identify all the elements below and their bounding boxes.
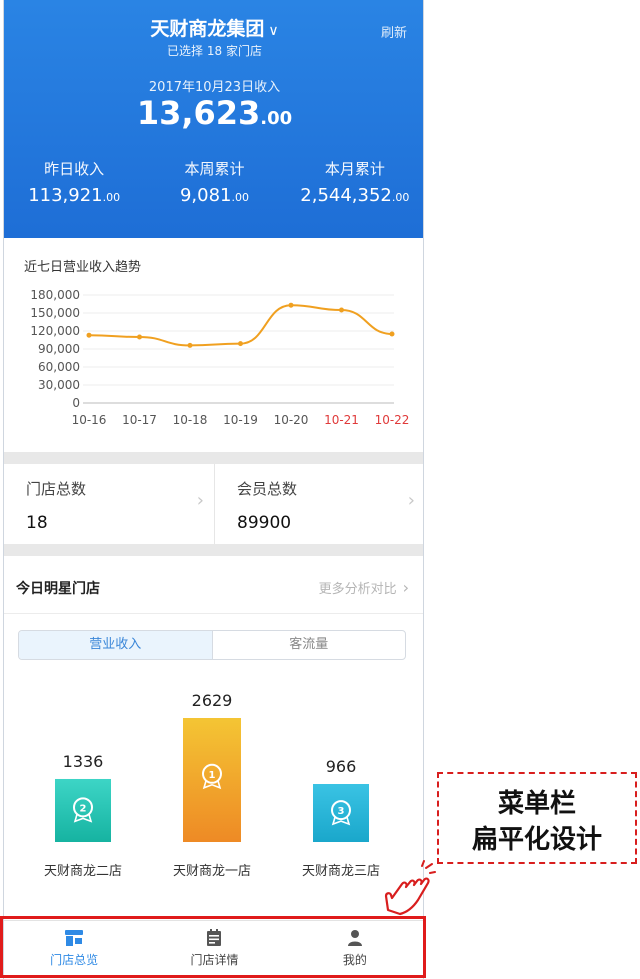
- medal-rank: 2: [80, 803, 87, 814]
- selected-stores-text: 已选择 18 家门店: [167, 44, 262, 58]
- x-tick-label: 10-18: [173, 413, 208, 427]
- store-name: 天财商龙二店: [44, 864, 122, 879]
- stat-yesterday: 昨日收入 113,921.00: [4, 158, 144, 206]
- y-tick-label: 180,000: [30, 288, 80, 302]
- member-count-value: 89900: [237, 513, 292, 533]
- trend-point: [389, 331, 395, 337]
- x-tick-label: 10-17: [122, 413, 157, 427]
- trend-point: [137, 334, 142, 340]
- annotation-line-2: 扁平化设计: [471, 825, 602, 855]
- annotation-callout: 菜单栏 扁平化设计: [437, 772, 637, 864]
- trend-series-line: [88, 304, 393, 347]
- income-header: 天财商龙集团 ∨ 已选择 18 家门店 刷新 2017年10月23日收入 13,6…: [4, 0, 423, 238]
- stat-label: 本周累计: [184, 160, 245, 178]
- y-tick-label: 150,000: [30, 306, 80, 320]
- y-tick-label: 90,000: [38, 342, 80, 356]
- store-name: 天财商龙一店: [173, 864, 251, 879]
- more-analysis-link[interactable]: 更多分析对比 ›: [319, 578, 409, 597]
- trend-point: [86, 332, 92, 338]
- star-store-title: 今日明星门店: [16, 581, 100, 597]
- stat-week: 本周累计 9,081.00: [144, 158, 284, 206]
- income-stats: 昨日收入 113,921.00 本周累计 9,081.00 本月累计 2,544…: [4, 158, 423, 206]
- store-member-counts: 门店总数 18 › 会员总数 89900 ›: [4, 464, 423, 544]
- refresh-button[interactable]: 刷新: [381, 22, 407, 41]
- stat-label: 昨日收入: [44, 160, 105, 178]
- chevron-right-icon: ›: [402, 578, 409, 597]
- stat-value: 9,081.00: [179, 185, 249, 206]
- trend-point: [238, 341, 243, 347]
- trend-point: [288, 302, 294, 308]
- phone-screen: 天财商龙集团 ∨ 已选择 18 家门店 刷新 2017年10月23日收入 13,6…: [3, 0, 424, 979]
- stat-value: 113,921.00: [28, 185, 121, 206]
- store-name: 天财商龙三店: [302, 864, 380, 879]
- store-count-card[interactable]: 门店总数 18 ›: [4, 464, 214, 544]
- group-name: 天财商龙集团: [150, 18, 265, 40]
- trend-point: [187, 342, 193, 348]
- ranking-bar-chart: 1336 2 天财商龙二店 2629 1 天财商龙一店 966 3 天财商龙三店: [44, 691, 380, 879]
- store-count-value: 18: [26, 513, 48, 533]
- chevron-right-icon: ›: [196, 490, 204, 511]
- today-income-decimal: .00: [260, 108, 293, 129]
- today-income-amount: 13,623.00: [4, 94, 423, 132]
- ranking-value: 966: [326, 757, 357, 776]
- y-tick-label: 60,000: [38, 360, 80, 374]
- section-divider: [4, 544, 423, 556]
- medal-rank: 3: [338, 806, 345, 817]
- x-tick-label: 10-16: [72, 413, 107, 427]
- store-count-label: 门店总数: [26, 480, 87, 498]
- trend-line-chart: 0 30,000 60,000 90,000 120,000 150,000 180,000…: [30, 288, 410, 427]
- medal-rank: 1: [209, 770, 216, 781]
- ranking-value: 1336: [63, 752, 104, 771]
- income-trend-card: 近七日营业收入趋势 0 30,000 60,000 90,000 120,000 150,…: [4, 238, 423, 452]
- section-divider: [4, 452, 423, 464]
- x-tick-label: 10-19: [223, 413, 258, 427]
- member-count-card[interactable]: 会员总数 89900 ›: [214, 464, 423, 544]
- stat-value: 2,544,352.00: [300, 185, 410, 206]
- group-selector[interactable]: 天财商龙集团 ∨: [4, 14, 423, 41]
- x-tick-label: 10-21: [324, 413, 359, 427]
- tab-traffic[interactable]: 客流量: [213, 631, 406, 659]
- date-income-label: 2017年10月23日收入: [148, 80, 281, 95]
- member-count-label: 会员总数: [237, 480, 298, 498]
- y-tick-label: 120,000: [30, 324, 80, 338]
- annotation-line-1: 菜单栏: [497, 789, 576, 819]
- stat-month: 本月累计 2,544,352.00: [285, 158, 423, 206]
- tab-revenue[interactable]: 营业收入: [19, 631, 213, 659]
- ranking-value: 2629: [192, 691, 233, 710]
- chevron-right-icon: ›: [407, 490, 415, 511]
- star-store-header: 今日明星门店 更多分析对比 ›: [4, 556, 423, 614]
- chevron-down-icon: ∨: [268, 23, 279, 39]
- pointing-hand-icon: [384, 860, 436, 916]
- today-income-main: 13,623: [136, 94, 261, 132]
- trend-point: [339, 307, 344, 313]
- x-tick-label: 10-22: [375, 413, 410, 427]
- menu-highlight-box: [0, 916, 426, 978]
- stat-label: 本月累计: [324, 160, 385, 178]
- x-tick-label: 10-20: [274, 413, 309, 427]
- y-tick-label: 30,000: [38, 378, 80, 392]
- y-tick-label: 0: [72, 396, 80, 410]
- metric-segmented-control: 营业收入 客流量: [18, 630, 406, 660]
